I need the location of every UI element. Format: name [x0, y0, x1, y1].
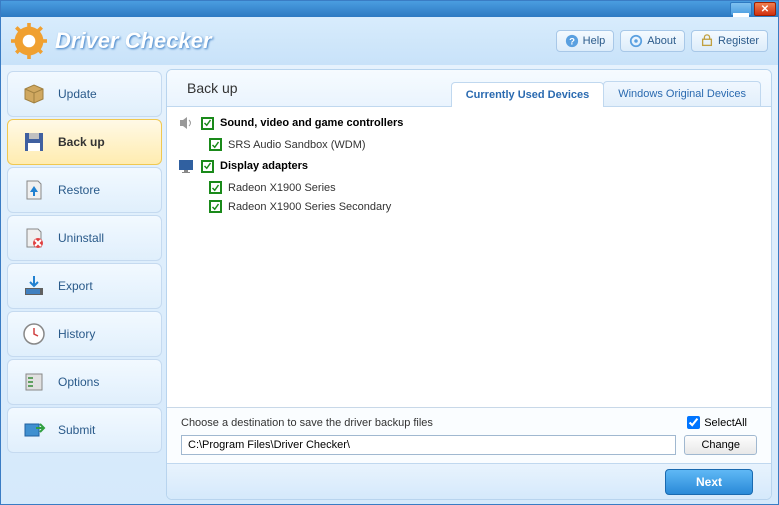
- restore-icon: [22, 178, 46, 202]
- svg-text:?: ?: [569, 37, 575, 48]
- close-button[interactable]: ✕: [754, 2, 776, 16]
- destination-path-input[interactable]: [181, 435, 676, 455]
- header-actions: ? Help About Register: [556, 30, 768, 52]
- uninstall-icon: [22, 226, 46, 250]
- sidebar-item-backup[interactable]: Back up: [7, 119, 162, 165]
- tabs: Currently Used Devices Windows Original …: [452, 81, 761, 106]
- main-panel: Back up Currently Used Devices Windows O…: [166, 69, 772, 500]
- device-row[interactable]: Radeon X1900 Series: [173, 178, 765, 197]
- gear-small-icon: [629, 34, 643, 48]
- category-row[interactable]: Display adapters: [173, 154, 765, 178]
- tab-current-devices[interactable]: Currently Used Devices: [451, 82, 605, 107]
- category-checkbox[interactable]: [201, 160, 214, 173]
- device-row[interactable]: Radeon X1900 Series Secondary: [173, 197, 765, 216]
- category-label: Sound, video and game controllers: [220, 117, 403, 129]
- app-window: ✕ Driver Checker ? Help About Register: [0, 0, 779, 505]
- footer: Next: [167, 463, 771, 499]
- next-button[interactable]: Next: [665, 469, 753, 495]
- page-header: Back up Currently Used Devices Windows O…: [167, 70, 771, 107]
- minimize-icon: [731, 0, 751, 19]
- sidebar-item-history[interactable]: History: [7, 311, 162, 357]
- box-icon: [22, 82, 46, 106]
- close-icon: ✕: [761, 4, 769, 15]
- submit-icon: [22, 418, 46, 442]
- sidebar-item-export[interactable]: Export: [7, 263, 162, 309]
- key-icon: [700, 34, 714, 48]
- sidebar-item-restore[interactable]: Restore: [7, 167, 162, 213]
- device-label: Radeon X1900 Series Secondary: [228, 201, 391, 213]
- export-icon: [22, 274, 46, 298]
- device-row[interactable]: SRS Audio Sandbox (WDM): [173, 135, 765, 154]
- category-label: Display adapters: [220, 160, 308, 172]
- logo-area: Driver Checker: [11, 23, 212, 59]
- sidebar-item-submit[interactable]: Submit: [7, 407, 162, 453]
- tab-original-devices[interactable]: Windows Original Devices: [603, 81, 761, 106]
- page-title: Back up: [187, 80, 452, 106]
- device-label: Radeon X1900 Series: [228, 182, 336, 194]
- floppy-icon: [22, 130, 46, 154]
- sidebar-item-uninstall[interactable]: Uninstall: [7, 215, 162, 261]
- titlebar: ✕: [1, 1, 778, 17]
- sidebar-item-options[interactable]: Options: [7, 359, 162, 405]
- category-checkbox[interactable]: [201, 117, 214, 130]
- destination-label: Choose a destination to save the driver …: [181, 417, 687, 429]
- options-icon: [22, 370, 46, 394]
- help-button[interactable]: ? Help: [556, 30, 615, 52]
- destination-panel: Choose a destination to save the driver …: [167, 407, 771, 463]
- gear-icon: [11, 23, 47, 59]
- change-button[interactable]: Change: [684, 435, 757, 455]
- speaker-icon: [177, 114, 195, 132]
- body: Update Back up Restore Uninstall Export …: [1, 65, 778, 504]
- sidebar: Update Back up Restore Uninstall Export …: [1, 65, 166, 504]
- category-row[interactable]: Sound, video and game controllers: [173, 111, 765, 135]
- minimize-button[interactable]: [730, 2, 752, 16]
- device-list: Sound, video and game controllers SRS Au…: [167, 107, 771, 407]
- select-all-input[interactable]: [687, 416, 700, 429]
- clock-icon: [22, 322, 46, 346]
- header: Driver Checker ? Help About Register: [1, 17, 778, 65]
- sidebar-item-update[interactable]: Update: [7, 71, 162, 117]
- device-label: SRS Audio Sandbox (WDM): [228, 139, 366, 151]
- help-icon: ?: [565, 34, 579, 48]
- device-checkbox[interactable]: [209, 181, 222, 194]
- device-checkbox[interactable]: [209, 138, 222, 151]
- monitor-icon: [177, 157, 195, 175]
- about-button[interactable]: About: [620, 30, 685, 52]
- register-button[interactable]: Register: [691, 30, 768, 52]
- app-title: Driver Checker: [55, 28, 212, 54]
- select-all-checkbox[interactable]: SelectAll: [687, 416, 747, 429]
- device-checkbox[interactable]: [209, 200, 222, 213]
